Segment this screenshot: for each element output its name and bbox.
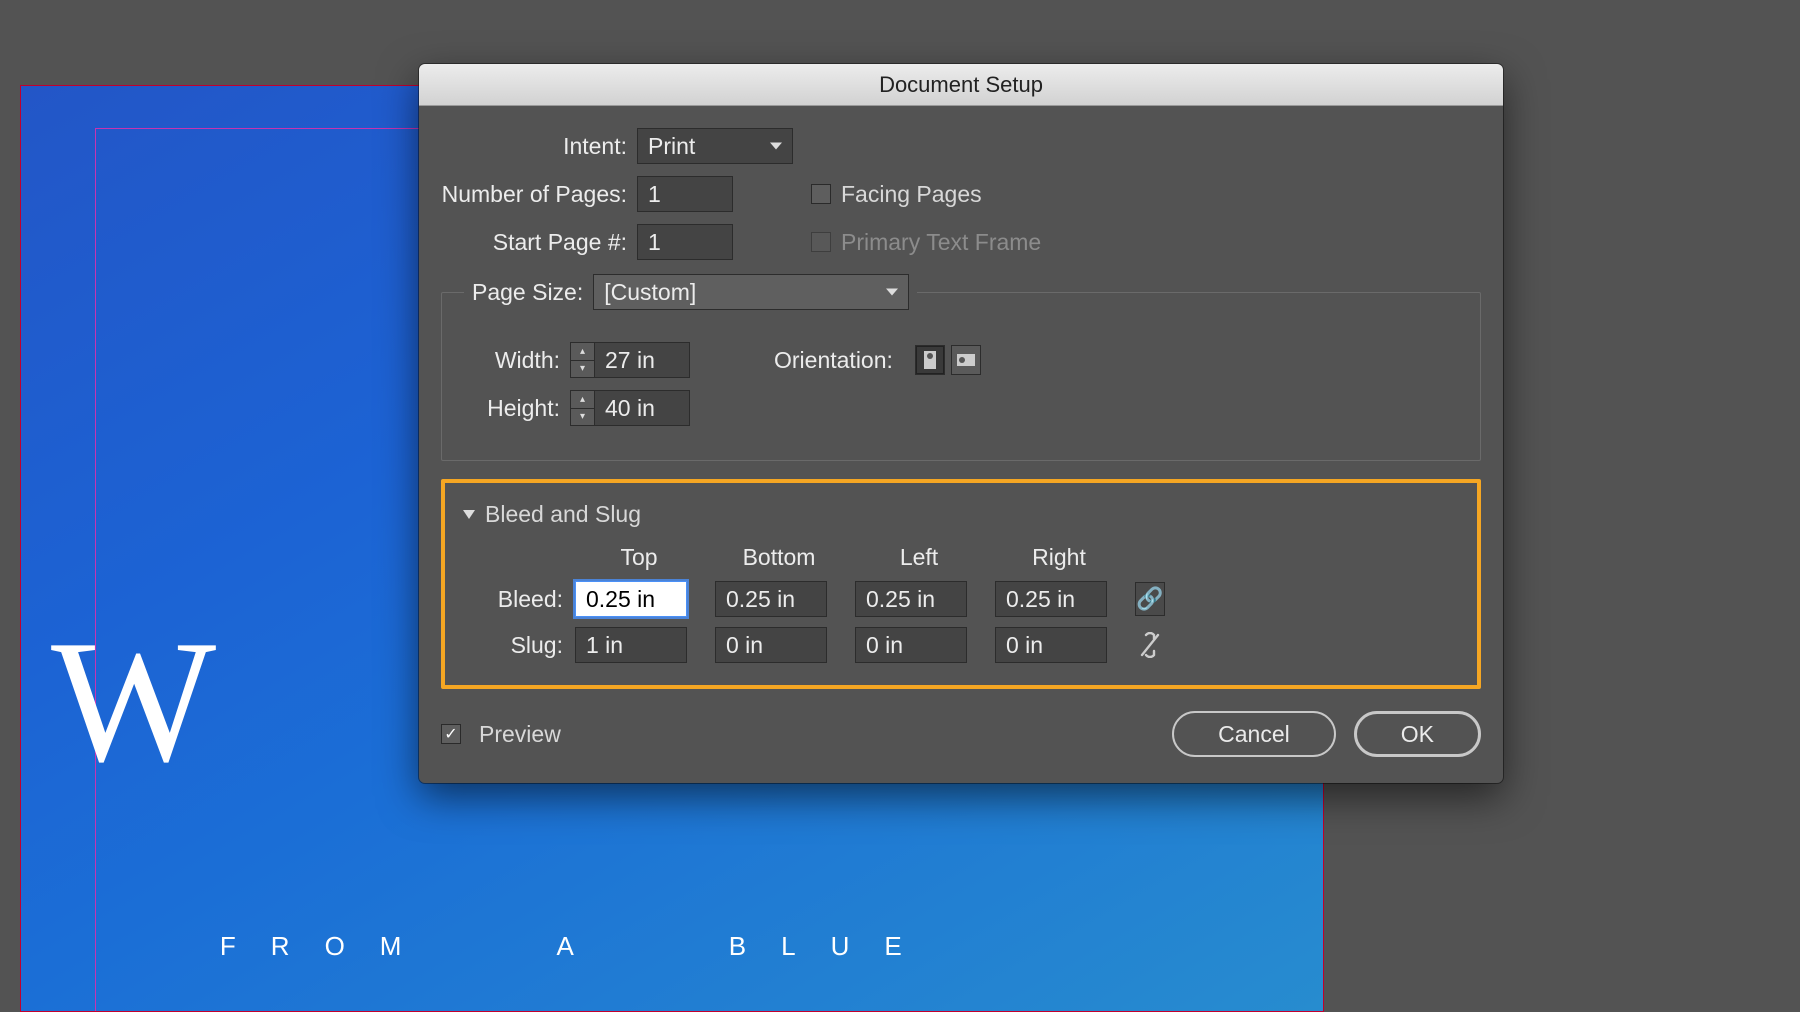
cancel-label: Cancel (1218, 721, 1290, 748)
bleed-link-toggle[interactable]: 🔗 (1135, 582, 1165, 616)
chevron-up-icon[interactable]: ▴ (571, 343, 594, 361)
col-top: Top (575, 544, 703, 571)
slug-right-value: 0 in (1006, 632, 1043, 659)
height-value: 40 in (605, 395, 655, 422)
poster-large-letters: W I (51, 601, 474, 802)
bleed-top-input[interactable]: 0.25 in (575, 581, 687, 617)
col-left: Left (855, 544, 983, 571)
col-right: Right (995, 544, 1123, 571)
chevron-up-icon[interactable]: ▴ (571, 391, 594, 409)
slug-bottom-value: 0 in (726, 632, 763, 659)
width-input[interactable]: 27 in (594, 342, 690, 378)
width-stepper[interactable]: ▴▾ 27 in (570, 342, 690, 378)
stepper-buttons[interactable]: ▴▾ (570, 390, 594, 426)
slug-link-toggle[interactable] (1135, 628, 1165, 662)
intent-label: Intent: (441, 133, 627, 160)
orientation-portrait-button[interactable] (915, 345, 945, 375)
height-input[interactable]: 40 in (594, 390, 690, 426)
link-icon: 🔗 (1136, 586, 1163, 612)
num-pages-input[interactable]: 1 (637, 176, 733, 212)
orientation-landscape-button[interactable] (951, 345, 981, 375)
bleed-label: Bleed: (483, 586, 563, 613)
chevron-down-icon[interactable]: ▾ (571, 409, 594, 426)
portrait-icon (924, 351, 936, 369)
slug-top-value: 1 in (586, 632, 623, 659)
facing-pages-checkbox[interactable] (811, 184, 831, 204)
poster-letter: W (51, 601, 216, 802)
start-page-value: 1 (648, 229, 661, 256)
bleed-slug-title: Bleed and Slug (485, 501, 641, 528)
slug-top-input[interactable]: 1 in (575, 627, 687, 663)
preview-checkbox[interactable]: ✓ (441, 724, 461, 744)
intent-value: Print (648, 133, 695, 160)
bleed-right-input[interactable]: 0.25 in (995, 581, 1107, 617)
width-value: 27 in (605, 347, 655, 374)
landscape-icon (957, 354, 975, 366)
slug-label: Slug: (483, 632, 563, 659)
bleed-right-value: 0.25 in (1006, 586, 1075, 613)
chevron-down-icon (463, 510, 475, 519)
slug-left-value: 0 in (866, 632, 903, 659)
stepper-buttons[interactable]: ▴▾ (570, 342, 594, 378)
bleed-and-slug-section: Bleed and Slug Top Bottom Left Right Ble… (441, 479, 1481, 689)
poster-word: A (556, 931, 608, 961)
start-page-label: Start Page #: (441, 229, 627, 256)
primary-text-frame-checkbox (811, 232, 831, 252)
page-size-select[interactable]: [Custom] (593, 274, 909, 310)
chevron-down-icon (770, 143, 782, 150)
slug-bottom-input[interactable]: 0 in (715, 627, 827, 663)
col-bottom: Bottom (715, 544, 843, 571)
bleed-left-value: 0.25 in (866, 586, 935, 613)
poster-tagline: FROM A BLUE (51, 900, 937, 993)
poster-word: FROM (220, 931, 437, 961)
bleed-bottom-value: 0.25 in (726, 586, 795, 613)
height-stepper[interactable]: ▴▾ 40 in (570, 390, 690, 426)
bleed-slug-disclosure[interactable]: Bleed and Slug (463, 501, 1459, 528)
bleed-bottom-input[interactable]: 0.25 in (715, 581, 827, 617)
preview-label: Preview (479, 721, 561, 748)
unlink-icon (1139, 632, 1161, 658)
intent-select[interactable]: Print (637, 128, 793, 164)
num-pages-label: Number of Pages: (441, 181, 627, 208)
height-label: Height: (464, 395, 560, 422)
orientation-label: Orientation: (774, 347, 893, 374)
slug-right-input[interactable]: 0 in (995, 627, 1107, 663)
document-setup-dialog: Document Setup Intent: Print Number of P… (419, 64, 1503, 783)
slug-left-input[interactable]: 0 in (855, 627, 967, 663)
bleed-left-input[interactable]: 0.25 in (855, 581, 967, 617)
primary-text-frame-label: Primary Text Frame (841, 229, 1041, 256)
facing-pages-label: Facing Pages (841, 181, 982, 208)
bleed-top-value: 0.25 in (586, 586, 655, 613)
cancel-button[interactable]: Cancel (1172, 711, 1336, 757)
page-size-value: [Custom] (604, 279, 696, 306)
page-size-group: Page Size: [Custom] Width: ▴▾ 27 in Orie… (441, 274, 1481, 461)
start-page-input[interactable]: 1 (637, 224, 733, 260)
width-label: Width: (464, 347, 560, 374)
num-pages-value: 1 (648, 181, 661, 208)
poster-word: BLUE (729, 931, 937, 961)
ok-button[interactable]: OK (1354, 711, 1481, 757)
ok-label: OK (1401, 721, 1434, 748)
chevron-down-icon[interactable]: ▾ (571, 361, 594, 378)
page-size-label: Page Size: (472, 279, 583, 306)
chevron-down-icon (886, 289, 898, 296)
dialog-title: Document Setup (419, 64, 1503, 106)
